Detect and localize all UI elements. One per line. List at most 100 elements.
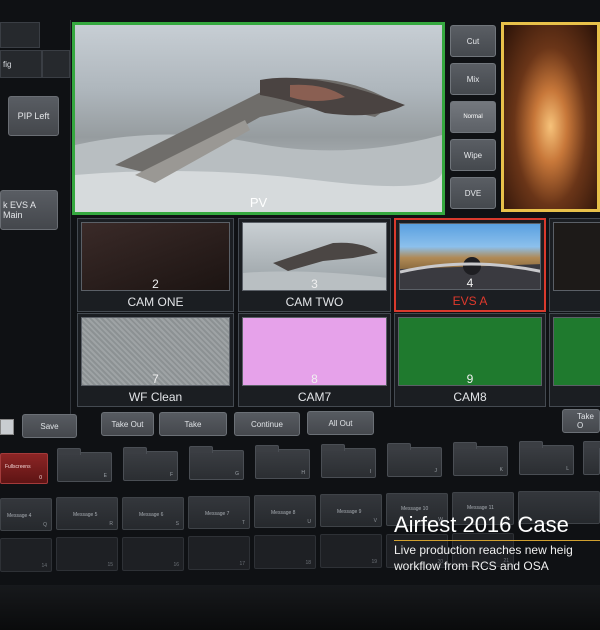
caption-line-2: workflow from RCS and OSA [394,559,549,573]
folder-l[interactable]: L [519,441,574,475]
take-button[interactable]: Take [159,412,227,436]
message-7-key: T [241,520,245,526]
folder-g[interactable]: G [189,446,244,480]
all-out-button[interactable]: All Out [307,411,374,435]
message-5-button[interactable]: Message 5 R [56,497,118,530]
take-right-button[interactable]: Take O [562,409,600,433]
source-tile-partial-2[interactable] [549,313,600,407]
fullscreens-folder[interactable]: Fullscreens 0 [0,453,48,484]
pip-left-label: PIP Left [17,111,50,121]
cam-two-number: 3 [311,277,318,291]
take-label: Take [184,419,202,429]
take-out-button[interactable]: Take Out [101,412,154,436]
cam-one-label: CAM ONE [127,295,184,309]
cam8-label: CAM8 [453,390,487,404]
folder-g-key: G [235,471,239,477]
message-8-label: Message 8 [271,510,296,516]
message-5-key: R [109,521,113,527]
cut-label: Cut [466,36,480,46]
folder-k[interactable]: K [453,442,508,476]
partial-2-thumbnail [553,317,600,386]
folder-partial[interactable] [583,441,600,475]
source-tile-cam7[interactable]: 8 CAM7 [238,313,391,407]
cam8-number: 9 [466,372,474,386]
folder-f[interactable]: F [123,447,178,481]
evs-a-label: EVS A [452,294,488,308]
mix-button[interactable]: Mix [450,63,496,95]
cam7-number: 8 [311,372,318,386]
normal-label: Normal [463,114,483,120]
message-9-button[interactable]: Message 9 V [320,494,382,527]
preview-monitor[interactable]: PV [72,22,445,215]
evs-main-label: k EVS A Main [3,200,36,220]
caption-title: Airfest 2016 Case [394,512,569,537]
continue-label: Continue [250,419,284,429]
fullscreens-key: 0 [39,475,42,481]
left-panel-side-cell [42,50,70,78]
cut-button[interactable]: Cut [450,25,496,57]
slot-18[interactable]: 18 [254,535,316,569]
config-button[interactable]: fig [0,50,42,78]
folder-h[interactable]: H [255,445,310,479]
source-tile-cam-one[interactable]: 2 CAM ONE [77,218,234,312]
transition-buttons: Cut Mix Normal Wipe DVE [450,25,496,215]
dve-label: DVE [464,188,482,198]
dve-button[interactable]: DVE [450,177,496,209]
name-input[interactable] [0,419,14,435]
folder-i-key: I [369,469,371,475]
slot-19[interactable]: 19 [320,534,382,568]
monitor-bezel [0,585,600,630]
folder-f-key: F [169,472,173,478]
save-button[interactable]: Save [22,414,77,438]
slot-15[interactable]: 15 [56,537,118,571]
folder-j-key: J [434,468,438,474]
source-tile-cam8[interactable]: 9 CAM8 [394,313,546,407]
cam-two-label: CAM TWO [285,295,344,309]
preview-aircraft-image [75,77,442,212]
slot-16[interactable]: 16 [122,537,184,571]
preview-video [75,25,442,212]
message-4-label: Message 4 [7,513,32,519]
message-5-label: Message 5 [73,512,98,518]
config-label: fig [3,59,12,69]
source-tile-wf-clean[interactable]: 7 WF Clean [77,313,234,407]
slot-17[interactable]: 17 [188,536,250,570]
message-7-label: Message 7 [205,511,230,517]
folder-i[interactable]: I [321,444,376,478]
cam7-label: CAM7 [297,390,332,404]
mix-label: Mix [466,74,480,84]
folder-j[interactable]: J [387,443,442,477]
pip-left-button[interactable]: PIP Left [8,96,59,136]
message-4-button[interactable]: Message 4 Q [0,498,52,531]
message-6-key: S [175,521,179,527]
source-tile-partial-1[interactable] [549,218,600,312]
message-7-button[interactable]: Message 7 T [188,496,250,529]
save-label: Save [40,421,59,431]
wipe-button[interactable]: Wipe [450,139,496,171]
message-4-key: Q [43,522,47,528]
source-tile-cam-two[interactable]: 3 CAM TWO [238,218,391,312]
slot-14[interactable]: 14 [0,538,52,572]
folder-l-key: L [566,466,569,472]
message-8-button[interactable]: Message 8 U [254,495,316,528]
message-6-button[interactable]: Message 6 S [122,497,184,530]
folder-e[interactable]: E [57,448,112,482]
slot-19-key: 19 [371,559,377,565]
source-tile-evs-a[interactable]: 4 EVS A [394,218,546,312]
left-panel-top-cell [0,22,40,48]
caption-overlay: Airfest 2016 Case Live production reache… [388,510,600,580]
left-panel-divider [70,20,71,415]
fullscreens-label: Fullscreens [5,464,31,470]
take-right-label: Take O [577,412,594,430]
continue-button[interactable]: Continue [234,412,300,436]
normal-button[interactable]: Normal [450,101,496,133]
evs-main-button[interactable]: k EVS A Main [0,190,58,230]
program-monitor[interactable] [501,22,600,212]
wf-clean-label: WF Clean [128,390,183,404]
preview-label: PV [249,195,268,210]
slot-15-key: 15 [107,562,113,568]
slot-14-key: 14 [41,563,47,569]
all-out-label: All Out [328,418,353,428]
message-9-key: V [373,518,377,524]
message-8-key: U [307,519,311,525]
